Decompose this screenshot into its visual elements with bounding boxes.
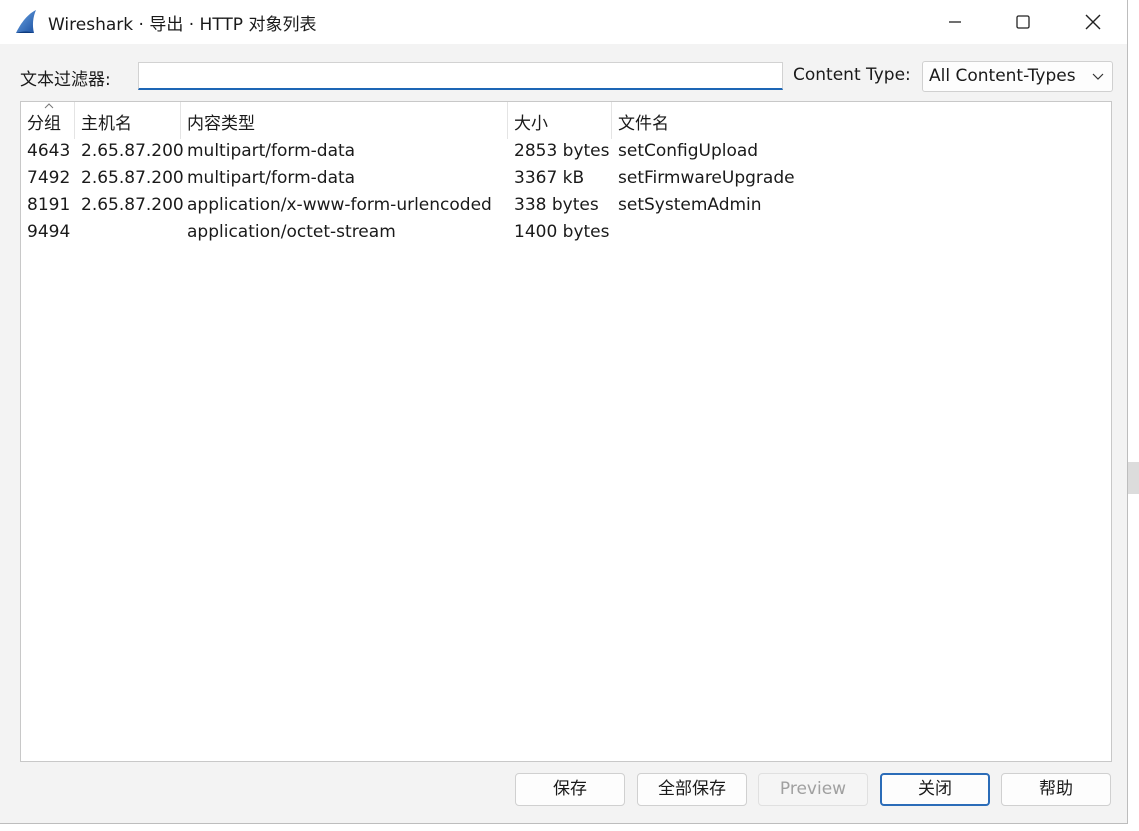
cell-hostname: 2.65.87.200 xyxy=(81,168,184,188)
wireshark-fin-icon xyxy=(16,10,36,33)
table-row[interactable]: 9494 application/octet-stream 1400 bytes xyxy=(21,219,1111,246)
cell-filename: setFirmwareUpgrade xyxy=(618,168,795,188)
preview-button[interactable]: Preview xyxy=(758,773,868,806)
chevron-down-icon xyxy=(1092,73,1104,80)
maximize-icon xyxy=(1016,15,1030,29)
cell-hostname: 2.65.87.200 xyxy=(81,141,184,161)
cell-hostname: 2.65.87.200 xyxy=(81,195,184,215)
column-header-label: 文件名 xyxy=(618,114,669,134)
cell-hostname xyxy=(75,219,81,246)
close-icon xyxy=(1085,14,1101,30)
cell-size: 2853 bytes xyxy=(514,141,610,161)
title-bar: Wireshark · 导出 · HTTP 对象列表 xyxy=(0,0,1127,44)
table-row[interactable]: 7492 2.65.87.200 multipart/form-data 336… xyxy=(21,165,1111,192)
cell-size: 3367 kB xyxy=(514,168,585,188)
save-all-button[interactable]: 全部保存 xyxy=(637,773,747,806)
sort-ascending-icon xyxy=(44,103,54,109)
cell-content-type: application/octet-stream xyxy=(187,222,396,242)
cell-filename: setSystemAdmin xyxy=(618,195,762,215)
column-header-label: 主机名 xyxy=(81,114,132,134)
cell-packet: 7492 xyxy=(27,168,71,188)
content-type-selected: All Content-Types xyxy=(929,66,1076,86)
background-window-strip xyxy=(1128,0,1139,831)
table-header: 分组 主机名 内容类型 大小 文件名 xyxy=(21,102,1111,139)
cell-packet: 8191 xyxy=(27,195,71,215)
column-header-size[interactable]: 大小 xyxy=(508,102,612,139)
maximize-button[interactable] xyxy=(988,0,1058,44)
column-header-label: 内容类型 xyxy=(187,114,255,134)
help-button[interactable]: 帮助 xyxy=(1001,773,1111,806)
minimize-button[interactable] xyxy=(920,0,990,44)
column-header-packet[interactable]: 分组 xyxy=(21,102,75,139)
column-header-label: 大小 xyxy=(514,114,548,134)
minimize-icon xyxy=(949,21,961,23)
column-header-label: 分组 xyxy=(27,114,61,134)
cell-filename: setConfigUpload xyxy=(618,141,759,161)
cell-content-type: multipart/form-data xyxy=(187,141,356,161)
cell-filename xyxy=(612,219,618,246)
cell-size: 338 bytes xyxy=(514,195,599,215)
cell-content-type: application/x-www-form-urlencoded xyxy=(187,195,492,215)
column-header-filename[interactable]: 文件名 xyxy=(612,102,1111,139)
content-type-label: Content Type: xyxy=(793,65,911,85)
cell-packet: 4643 xyxy=(27,141,71,161)
cell-content-type: multipart/form-data xyxy=(187,168,356,188)
text-filter-label: 文本过滤器: xyxy=(20,70,111,90)
table-row[interactable]: 4643 2.65.87.200 multipart/form-data 285… xyxy=(21,138,1111,165)
background-window-bottom xyxy=(0,824,1139,831)
cell-packet: 9494 xyxy=(27,222,71,242)
column-header-content-type[interactable]: 内容类型 xyxy=(181,102,508,139)
background-scrollbar xyxy=(1128,462,1139,494)
window-title: Wireshark · 导出 · HTTP 对象列表 xyxy=(48,15,317,35)
text-filter-input[interactable] xyxy=(138,62,783,90)
column-header-hostname[interactable]: 主机名 xyxy=(75,102,181,139)
http-objects-table[interactable]: 分组 主机名 内容类型 大小 文件名 4643 2.65.87.200 mult… xyxy=(20,101,1112,762)
content-type-select[interactable]: All Content-Types xyxy=(922,61,1113,92)
table-row[interactable]: 8191 2.65.87.200 application/x-www-form-… xyxy=(21,192,1111,219)
save-button[interactable]: 保存 xyxy=(515,773,625,806)
export-http-objects-dialog: Wireshark · 导出 · HTTP 对象列表 文本过滤器: Conten… xyxy=(0,0,1128,824)
close-button[interactable]: 关闭 xyxy=(880,773,990,806)
cell-size: 1400 bytes xyxy=(514,222,610,242)
close-window-button[interactable] xyxy=(1058,0,1128,44)
